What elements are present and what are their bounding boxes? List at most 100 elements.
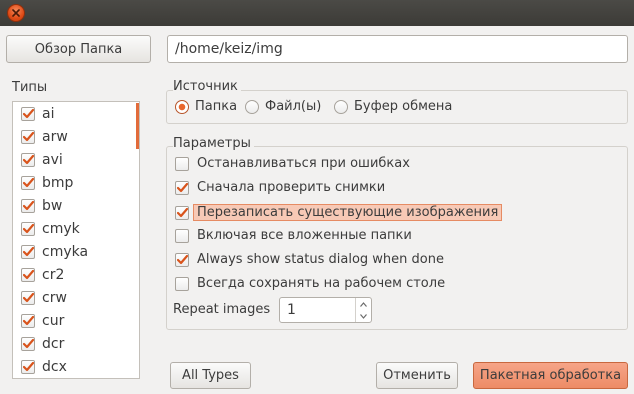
params-title: Параметры [173,136,254,151]
type-item-crw[interactable]: crw [13,286,139,309]
repeat-images-label: Repeat images [173,302,271,317]
type-item-avi[interactable]: avi [13,148,139,171]
type-item-label: cmyk [42,220,80,237]
types-list[interactable]: ai arw avi bmp bw cmyk cmyka cr2 crw cur dcr dcx [13,102,139,378]
types-list-box[interactable]: ai arw avi bmp bw cmyk cmyka cr2 crw cur dcr dcx [12,101,140,379]
repeat-images-stepper[interactable]: 1 [279,297,372,323]
type-item-bw[interactable]: bw [13,194,139,217]
type-item-cur[interactable]: cur [13,309,139,332]
source-radio-2[interactable]: Буфер обмена [334,99,452,114]
close-button[interactable] [7,4,25,22]
param-option-label: Сначала проверить снимки [197,180,386,195]
check-icon [22,223,34,233]
type-item-label: dcr [42,335,65,352]
path-input[interactable]: /home/keiz/img [167,35,628,63]
param-option-4[interactable]: Always show status dialog when done [175,252,444,267]
repeat-images-value: 1 [287,302,296,318]
type-checkbox[interactable] [21,267,35,282]
param-option-label: Включая все вложенные папки [197,228,412,243]
param-checkbox[interactable] [175,228,189,243]
type-item-label: crw [42,289,67,306]
type-item-label: avi [42,151,63,168]
type-item-label: cr2 [42,266,65,283]
type-item-cmyka[interactable]: cmyka [13,240,139,263]
title-bar [0,0,634,26]
type-item-cr2[interactable]: cr2 [13,263,139,286]
check-icon [176,182,188,192]
check-icon [22,131,34,141]
cancel-button[interactable]: Отменить [376,362,458,389]
source-radio-1[interactable]: Файл(ы) [245,99,321,114]
type-checkbox[interactable] [21,198,35,213]
radio-indicator[interactable] [334,99,348,114]
type-checkbox[interactable] [21,129,35,144]
type-checkbox[interactable] [21,290,35,305]
types-title: Типы [12,80,48,95]
type-item-label: cmyka [42,243,89,260]
path-input-value: /home/keiz/img [175,41,283,57]
param-option-label: Останавливаться при ошибках [197,156,410,171]
check-icon [176,254,188,264]
check-icon [22,200,34,210]
param-option-0[interactable]: Останавливаться при ошибках [175,156,410,171]
source-radio-label: Файл(ы) [265,99,322,114]
type-item-ai[interactable]: ai [13,102,139,125]
types-scrollbar[interactable] [136,103,139,149]
check-icon [22,315,34,325]
type-item-dcx[interactable]: dcx [13,355,139,378]
type-checkbox[interactable] [21,359,35,374]
type-item-bmp[interactable]: bmp [13,171,139,194]
type-item-dcr[interactable]: dcr [13,332,139,355]
browse-folder-button[interactable]: Обзор Папка [6,35,151,63]
check-icon [22,361,34,371]
type-item-label: cur [42,312,65,329]
type-item-label: bw [42,197,63,214]
check-icon [22,292,34,302]
check-icon [22,154,34,164]
param-checkbox[interactable] [175,156,189,171]
check-icon [176,207,188,217]
stepper-up-button[interactable] [356,298,371,310]
type-checkbox[interactable] [21,313,35,328]
chevron-down-icon [360,313,367,319]
param-checkbox[interactable] [175,252,189,267]
param-checkbox[interactable] [175,205,189,220]
batch-process-button[interactable]: Пакетная обработка [473,362,628,389]
param-option-label: Всегда сохранять на рабочем столе [197,276,446,291]
type-item-arw[interactable]: arw [13,125,139,148]
param-option-1[interactable]: Сначала проверить снимки [175,180,385,195]
source-radio-label: Буфер обмена [354,99,453,114]
param-option-label: Always show status dialog when done [197,252,444,267]
type-item-label: ai [42,105,55,122]
stepper-buttons [355,298,371,322]
radio-indicator[interactable] [245,99,259,114]
param-option-2[interactable]: Перезаписать существующие изображения [175,204,503,221]
type-checkbox[interactable] [21,175,35,190]
check-icon [22,269,34,279]
close-icon [12,9,20,17]
type-item-label: dcx [42,358,67,375]
param-option-label: Перезаписать существующие изображения [193,204,503,221]
type-checkbox[interactable] [21,336,35,351]
source-radio-0[interactable]: Папка [175,99,237,114]
param-option-3[interactable]: Включая все вложенные папки [175,228,412,243]
param-option-5[interactable]: Всегда сохранять на рабочем столе [175,276,445,291]
type-checkbox[interactable] [21,221,35,236]
source-title: Источник [173,79,241,94]
all-types-button[interactable]: All Types [170,362,251,389]
type-item-cmyk[interactable]: cmyk [13,217,139,240]
param-checkbox[interactable] [175,180,189,195]
type-checkbox[interactable] [21,152,35,167]
check-icon [22,177,34,187]
type-item-label: bmp [42,174,74,191]
type-checkbox[interactable] [21,106,35,121]
type-item-label: arw [42,128,68,145]
check-icon [22,108,34,118]
source-radio-label: Папка [195,99,238,114]
check-icon [22,246,34,256]
stepper-down-button[interactable] [356,310,371,322]
type-checkbox[interactable] [21,244,35,259]
radio-indicator[interactable] [175,99,189,114]
param-checkbox[interactable] [175,276,189,291]
chevron-up-icon [360,301,367,307]
